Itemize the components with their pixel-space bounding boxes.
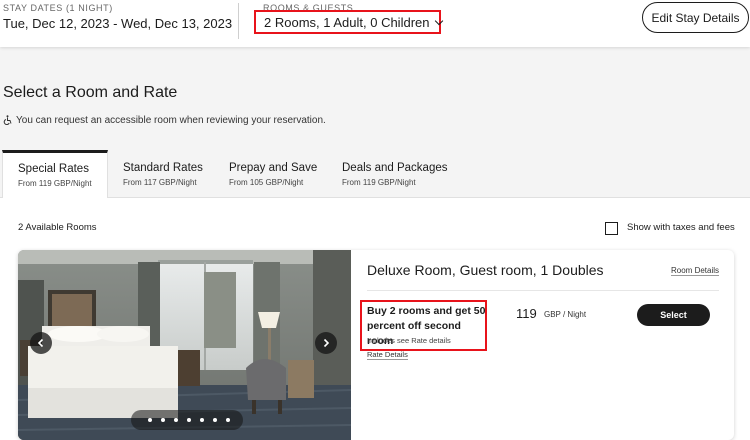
taxes-checkbox-label[interactable]: Show with taxes and fees xyxy=(627,222,735,233)
rate-price: 119 xyxy=(516,306,537,321)
rate-divider xyxy=(367,290,719,291)
select-rate-button[interactable]: Select xyxy=(637,304,710,326)
wheelchair-icon xyxy=(3,115,12,126)
page-title: Select a Room and Rate xyxy=(3,84,178,101)
tab-standard-rates[interactable]: Standard Rates From 117 GBP/Night xyxy=(123,150,218,198)
accessible-room-text: You can request an accessible room when … xyxy=(16,115,326,126)
tab-label: Deals and Packages xyxy=(342,162,448,174)
tab-label: Standard Rates xyxy=(123,162,203,174)
chevron-right-icon xyxy=(323,338,330,348)
rate-includes: Includes see Rate details xyxy=(367,336,451,345)
taxes-checkbox[interactable] xyxy=(605,222,618,235)
tab-sub: From 105 GBP/Night xyxy=(229,178,304,187)
photo-dot[interactable] xyxy=(174,418,178,422)
tab-deals-and-packages[interactable]: Deals and Packages From 119 GBP/Night xyxy=(342,150,457,198)
tab-prepay-and-save[interactable]: Prepay and Save From 105 GBP/Night xyxy=(229,150,329,198)
rate-price-unit: GBP / Night xyxy=(544,310,587,319)
stay-dates-label: STAY DATES (1 NIGHT) xyxy=(3,3,113,13)
tab-sub: From 117 GBP/Night xyxy=(123,178,197,187)
chevron-down-icon xyxy=(435,16,444,26)
tab-label: Prepay and Save xyxy=(229,162,318,174)
photo-dot[interactable] xyxy=(187,418,191,422)
room-title: Deluxe Room, Guest room, 1 Doubles xyxy=(367,262,604,278)
rate-details-link[interactable]: Rate Details xyxy=(367,350,408,360)
tab-special-rates[interactable]: Special Rates From 119 GBP/Night xyxy=(2,150,108,199)
stay-header: STAY DATES (1 NIGHT) Tue, Dec 12, 2023 -… xyxy=(0,0,750,47)
tab-sub: From 119 GBP/Night xyxy=(342,178,416,187)
header-divider xyxy=(238,3,239,39)
tab-sub: From 119 GBP/Night xyxy=(18,179,92,188)
next-photo-button[interactable] xyxy=(315,332,337,354)
rate-tabs: Special Rates From 119 GBP/Night Standar… xyxy=(0,150,750,199)
room-photo xyxy=(18,250,351,440)
photo-dot[interactable] xyxy=(213,418,217,422)
previous-photo-button[interactable] xyxy=(30,332,52,354)
accessible-room-note: You can request an accessible room when … xyxy=(3,115,326,126)
available-rooms-count: 2 Available Rooms xyxy=(18,222,97,233)
stay-dates-value[interactable]: Tue, Dec 12, 2023 - Wed, Dec 13, 2023 xyxy=(3,16,232,31)
photo-dot[interactable] xyxy=(200,418,204,422)
tab-label: Special Rates xyxy=(18,163,89,175)
photo-dot[interactable] xyxy=(226,418,230,422)
photo-pagination xyxy=(131,410,243,430)
photo-dot[interactable] xyxy=(161,418,165,422)
room-details-link[interactable]: Room Details xyxy=(671,266,720,276)
results-panel: 2 Available Rooms Show with taxes and fe… xyxy=(0,198,750,440)
room-card: Deluxe Room, Guest room, 1 Doubles Room … xyxy=(18,250,734,440)
edit-stay-details-button[interactable]: Edit Stay Details xyxy=(642,2,749,33)
rooms-guests-value: 2 Rooms, 1 Adult, 0 Children xyxy=(264,15,430,30)
chevron-left-icon xyxy=(37,338,44,348)
photo-dot[interactable] xyxy=(148,418,152,422)
rooms-guests-dropdown[interactable]: 2 Rooms, 1 Adult, 0 Children xyxy=(254,10,444,34)
